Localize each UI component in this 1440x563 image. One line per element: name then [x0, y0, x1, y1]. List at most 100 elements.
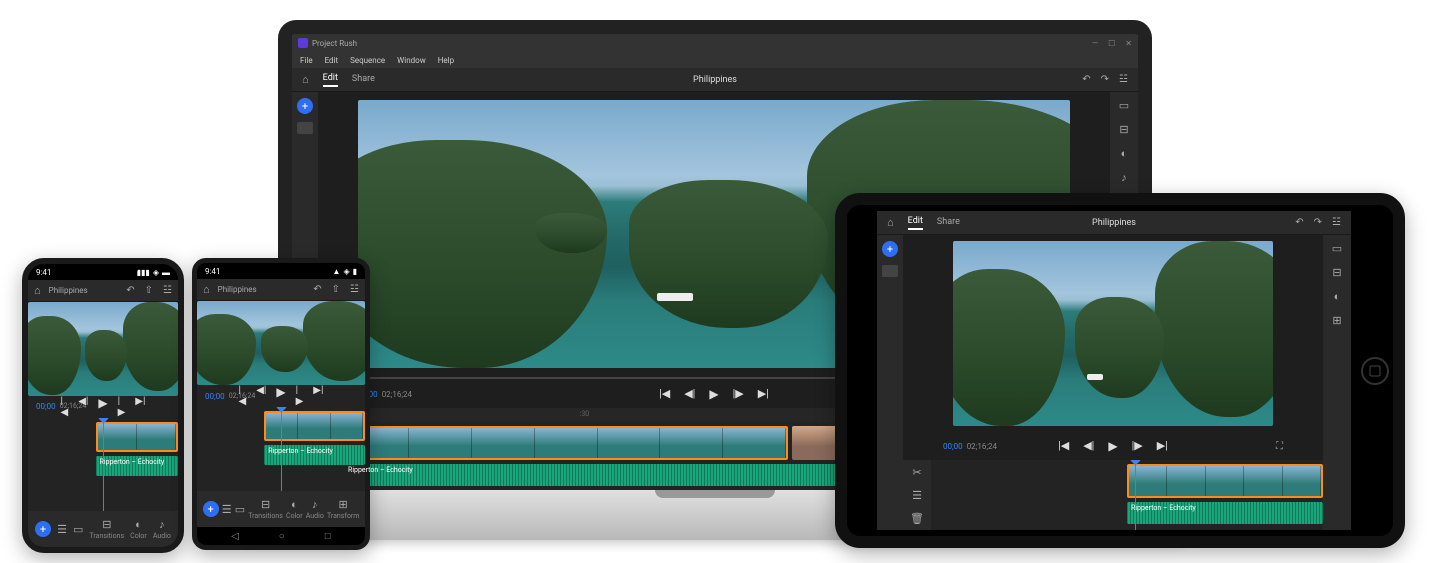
tool-transitions[interactable]: ⊟Transitions	[90, 518, 125, 540]
fullscreen-icon[interactable]: ⛶	[1276, 441, 1283, 452]
video-clip-1[interactable]	[264, 411, 365, 441]
timeline[interactable]: Ripperton – Echocity	[28, 418, 178, 512]
menu-file[interactable]: File	[300, 56, 313, 65]
titles-icon[interactable]: ▭	[1117, 98, 1131, 112]
play-icon[interactable]: ▶	[709, 387, 718, 401]
step-back-icon[interactable]: ◀|	[1083, 439, 1094, 453]
home-icon[interactable]: ⌂	[203, 283, 210, 296]
share-icon[interactable]: ⇧	[145, 285, 153, 296]
skip-fwd-icon[interactable]: ▶|	[313, 385, 323, 407]
nav-home-icon[interactable]: ○	[279, 531, 285, 542]
step-back-icon[interactable]: ◀|	[684, 387, 695, 401]
skip-fwd-icon[interactable]: ▶|	[758, 387, 769, 401]
menu-window[interactable]: Window	[397, 56, 426, 65]
tool-audio[interactable]: ♪Audio	[306, 498, 324, 520]
skip-back-icon[interactable]: |◀	[61, 396, 69, 418]
audio-clip[interactable]: Ripperton – Echocity	[264, 445, 365, 465]
skip-back-icon[interactable]: |◀	[659, 387, 670, 401]
chat-icon[interactable]: ☳	[350, 284, 359, 295]
tool-layers[interactable]: ☰	[222, 503, 232, 516]
scissors-icon[interactable]: ✂	[912, 466, 921, 479]
tool-titles[interactable]: ▭	[235, 503, 245, 516]
current-time: 00;00	[205, 392, 225, 401]
timeline[interactable]: Ripperton – Echocity	[197, 407, 365, 491]
home-icon[interactable]: ⌂	[887, 216, 894, 229]
playhead[interactable]	[1135, 460, 1136, 530]
tablet-device: ⌂ Edit Share Philippines ↶ ↷ ☳ +	[835, 193, 1405, 548]
home-icon[interactable]: ⌂	[34, 284, 41, 297]
step-fwd-icon[interactable]: |▶	[1132, 439, 1143, 453]
undo-icon[interactable]: ↶	[1082, 74, 1090, 85]
tablet-home-button[interactable]	[1361, 357, 1389, 385]
layers-icon[interactable]: ☰	[912, 489, 922, 502]
step-fwd-icon[interactable]: |▶	[733, 387, 744, 401]
step-back-icon[interactable]: ◀|	[256, 385, 266, 407]
play-icon[interactable]: ▶	[98, 396, 107, 418]
menu-help[interactable]: Help	[438, 56, 454, 65]
menu-edit[interactable]: Edit	[325, 56, 339, 65]
step-fwd-icon[interactable]: |▶	[118, 396, 126, 418]
skip-fwd-icon[interactable]: ▶|	[135, 396, 145, 418]
video-clip-1[interactable]	[1127, 464, 1323, 498]
home-icon[interactable]: ⌂	[302, 73, 309, 86]
panel-icon[interactable]	[297, 122, 313, 134]
close-icon[interactable]: ✕	[1125, 39, 1132, 48]
tool-color[interactable]: ◐Color	[130, 518, 147, 540]
timeline[interactable]: ✂ ☰ 🗑 ▭ ⋯ Ripperton –	[903, 460, 1323, 530]
add-media-button[interactable]: +	[203, 501, 219, 517]
undo-icon[interactable]: ↶	[1295, 217, 1303, 228]
video-frame[interactable]	[197, 301, 365, 385]
nav-recent-icon[interactable]: □	[325, 531, 331, 542]
undo-icon[interactable]: ↶	[313, 284, 321, 295]
transitions-icon[interactable]: ⊟	[1117, 122, 1131, 136]
trash-icon[interactable]: 🗑	[910, 512, 924, 525]
video-frame[interactable]	[953, 241, 1273, 426]
video-frame[interactable]	[28, 302, 178, 396]
tool-audio[interactable]: ♪Audio	[153, 518, 171, 540]
battery-icon: ▬	[162, 268, 170, 277]
skip-fwd-icon[interactable]: ▶|	[1157, 439, 1168, 453]
step-back-icon[interactable]: ◀|	[78, 396, 88, 418]
tool-transform[interactable]: ⊞Transform	[327, 498, 359, 520]
audio-clip[interactable]: Ripperton – Echocity	[96, 456, 179, 476]
transitions-icon[interactable]: ⊟	[1330, 265, 1344, 279]
tool-color[interactable]: ◐Color	[286, 498, 303, 520]
chat-icon[interactable]: ☳	[1119, 74, 1128, 85]
tool-transitions[interactable]: ⊟Transitions	[248, 498, 283, 520]
audio-clip[interactable]: Ripperton – Echocity	[1127, 502, 1323, 524]
audio-icon[interactable]: ♪	[1117, 170, 1131, 184]
tool-titles[interactable]: ▭	[73, 523, 83, 536]
play-icon[interactable]: ▶	[276, 385, 285, 407]
step-fwd-icon[interactable]: |▶	[296, 385, 304, 407]
tab-edit[interactable]: Edit	[908, 216, 923, 230]
chat-icon[interactable]: ☳	[163, 285, 172, 296]
share-icon[interactable]: ⇧	[332, 284, 340, 295]
chat-icon[interactable]: ☳	[1332, 217, 1341, 228]
tab-share[interactable]: Share	[352, 74, 375, 86]
video-preview	[28, 302, 178, 396]
menu-sequence[interactable]: Sequence	[350, 56, 385, 65]
redo-icon[interactable]: ↷	[1314, 217, 1322, 228]
nav-back-icon[interactable]: ◁	[231, 531, 239, 542]
add-media-button[interactable]: +	[35, 521, 51, 537]
color-icon[interactable]: ◐	[1330, 289, 1344, 303]
add-media-button[interactable]: +	[297, 98, 313, 114]
skip-back-icon[interactable]: |◀	[239, 385, 247, 407]
minimize-icon[interactable]: —	[1092, 39, 1098, 48]
video-clip-1[interactable]	[344, 426, 788, 460]
add-media-button[interactable]: +	[882, 241, 898, 257]
panel-icon[interactable]	[882, 265, 898, 277]
undo-icon[interactable]: ↶	[126, 285, 134, 296]
window-titlebar: Project Rush — ☐ ✕	[292, 34, 1138, 52]
transform-icon[interactable]: ⊞	[1330, 313, 1344, 327]
tab-share[interactable]: Share	[937, 217, 960, 229]
skip-back-icon[interactable]: |◀	[1058, 439, 1069, 453]
redo-icon[interactable]: ↷	[1101, 74, 1109, 85]
video-clip-1[interactable]	[96, 422, 179, 452]
color-icon[interactable]: ◐	[1117, 146, 1131, 160]
play-icon[interactable]: ▶	[1108, 439, 1117, 453]
tool-layers[interactable]: ☰	[57, 523, 67, 536]
titles-icon[interactable]: ▭	[1330, 241, 1344, 255]
tab-edit[interactable]: Edit	[323, 73, 338, 87]
maximize-icon[interactable]: ☐	[1108, 39, 1115, 48]
